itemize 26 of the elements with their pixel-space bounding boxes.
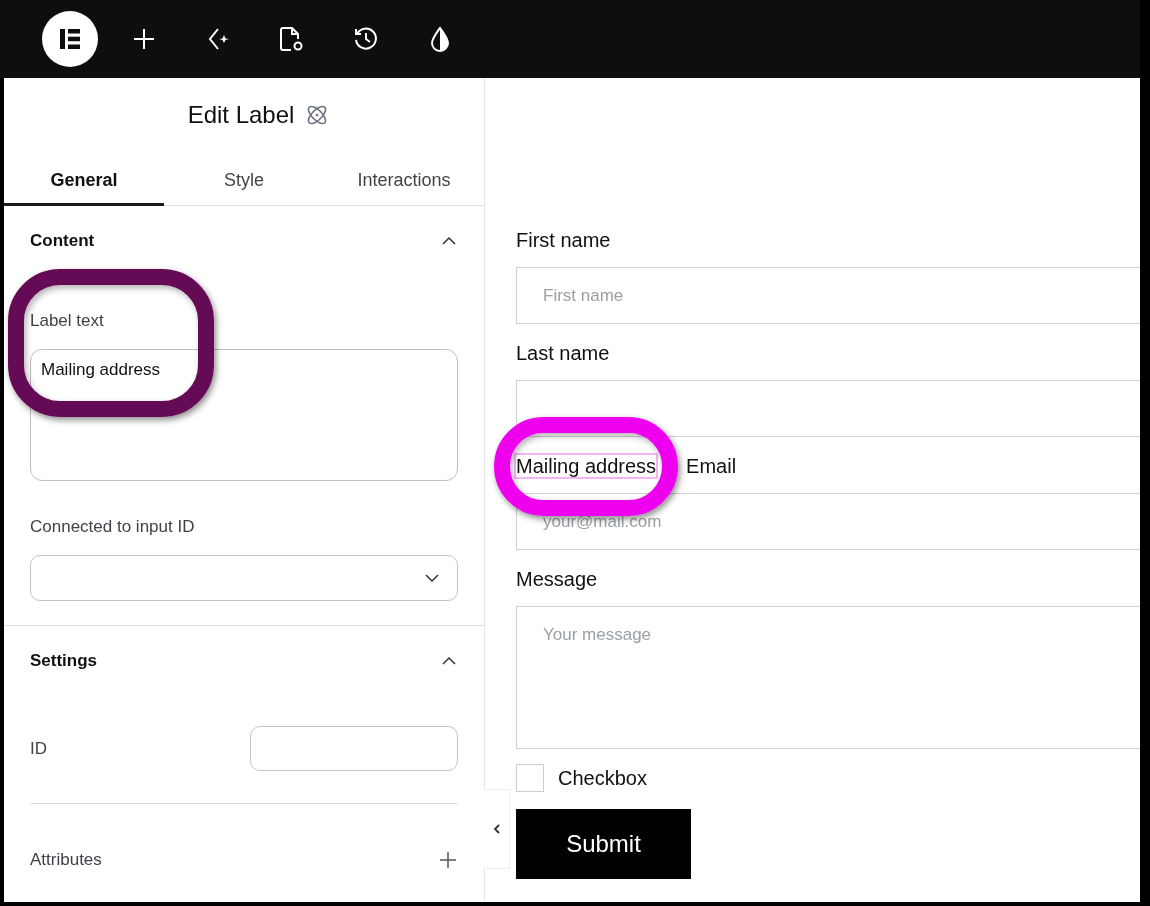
field-caption: Attributes — [30, 850, 102, 870]
field-caption: Connected to input ID — [30, 517, 195, 537]
tab[interactable]: Interactions — [324, 152, 484, 206]
submit-button[interactable]: Submit — [516, 809, 691, 879]
field-label: First name — [516, 228, 611, 252]
field-caption: Label text — [30, 311, 104, 331]
field-caption: ID — [30, 738, 47, 759]
panel-title: Edit Label — [187, 101, 295, 129]
checkbox[interactable] — [516, 764, 544, 792]
field-label: Last name — [516, 341, 610, 365]
history-icon[interactable] — [352, 25, 380, 53]
field-label: Mailing address — [516, 454, 657, 477]
field-label: Message — [516, 567, 598, 591]
field-label: Email — [686, 454, 737, 478]
input-id-dropdown[interactable] — [30, 555, 458, 601]
label-text-field[interactable]: Mailing address — [30, 349, 458, 481]
tab[interactable]: Style — [164, 152, 324, 206]
page-settings-icon[interactable] — [277, 25, 305, 53]
checkbox-label: Checkbox — [558, 766, 647, 790]
id-field[interactable] — [250, 726, 458, 771]
logo-button[interactable] — [42, 11, 98, 67]
section-heading: Settings — [30, 651, 98, 671]
tab[interactable]: General — [4, 152, 164, 206]
add-icon[interactable] — [131, 26, 157, 52]
section-heading: Content — [30, 231, 95, 251]
input-field[interactable] — [516, 380, 1140, 437]
